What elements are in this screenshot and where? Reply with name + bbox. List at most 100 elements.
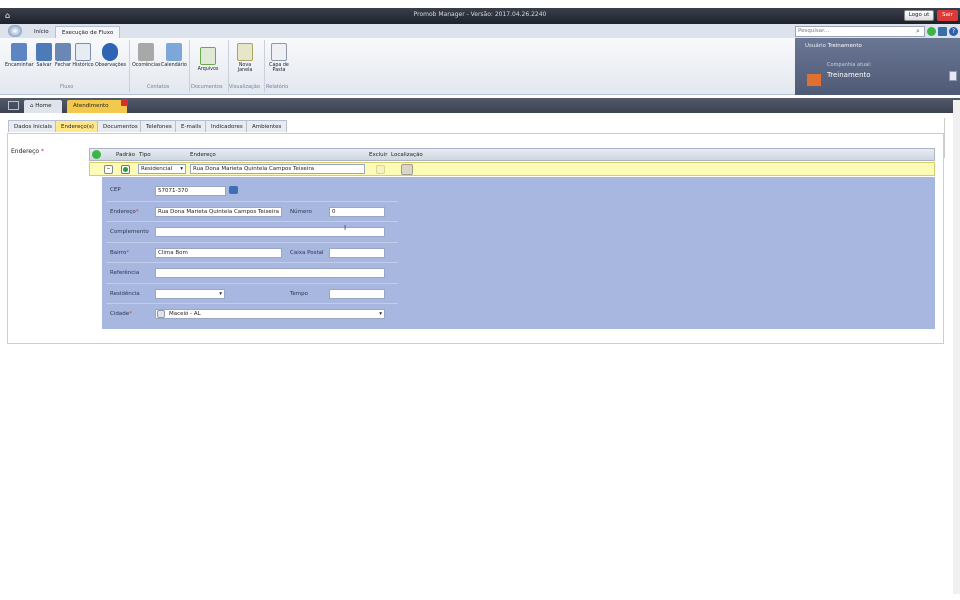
tipo-select[interactable]: Residencial ▾ [138, 164, 186, 174]
divider [106, 201, 398, 202]
ribbon-separator [264, 40, 265, 92]
files-icon [200, 47, 216, 65]
cidade-label: Cidade* [110, 311, 132, 317]
salvar-button[interactable]: Salvar [35, 43, 53, 68]
tabs-menu-icon[interactable] [8, 101, 19, 110]
user-name: Treinamento [827, 43, 862, 49]
numero-field[interactable]: 0 [329, 207, 385, 217]
padrao-radio[interactable] [121, 165, 130, 174]
address-grid-header: Padrão Tipo Endereço Excluir Localização [89, 148, 935, 161]
tab-telefones[interactable]: Telefones [140, 120, 178, 132]
complemento-label: Complemento [110, 229, 149, 235]
group-label-visualizacao: Visualização [229, 84, 260, 90]
app-menu-icon[interactable] [8, 25, 22, 37]
user-label: Usuário [805, 43, 826, 49]
bairro-field[interactable]: Clima Bom [155, 248, 282, 258]
expand-icon[interactable]: − [104, 165, 113, 174]
tab-documentos[interactable]: Documentos [97, 120, 144, 132]
caixa-postal-field[interactable] [329, 248, 385, 258]
search-input[interactable]: Pesquisar... [795, 26, 925, 37]
col-endereco: Endereço [190, 152, 216, 158]
vertical-scrollbar[interactable] [953, 100, 960, 594]
window-icon[interactable] [938, 27, 947, 36]
observacoes-button[interactable]: Observações [95, 43, 126, 68]
col-tipo: Tipo [139, 152, 151, 158]
close-icon [55, 43, 71, 61]
endereco-label: Endereço * [11, 148, 45, 155]
chevron-down-icon: ▾ [379, 311, 382, 317]
add-icon[interactable] [92, 150, 101, 159]
tab-execucao-fluxo[interactable]: Execução de Fluxo [55, 26, 121, 38]
group-label-relatorio: Relatório [266, 84, 289, 90]
text-cursor-icon: I [344, 224, 347, 232]
ocorrencias-button[interactable]: Ocorrências [132, 43, 161, 68]
document-tabs: ⌂ Home Atendimento [0, 98, 960, 113]
nova-janela-button[interactable]: Nova Janela [233, 43, 257, 73]
occurrences-icon [138, 43, 154, 61]
group-label-contatos: Contatos [147, 84, 170, 90]
status-icon[interactable] [927, 27, 936, 36]
window-title: Promob Manager - Versão: 2017.04.26.2240 [413, 11, 547, 18]
tempo-field[interactable] [329, 289, 385, 299]
tab-indicadores[interactable]: Indicadores [205, 120, 249, 132]
table-row[interactable]: − Residencial ▾ Rua Dona Marieta Quintela… [89, 162, 935, 176]
search-city-icon[interactable] [157, 310, 165, 318]
delete-icon[interactable] [376, 165, 385, 174]
tab-ambientes[interactable]: Ambientes [246, 120, 288, 132]
company-label: Companhia atual: [827, 62, 872, 68]
search-icon[interactable]: ⌕ [916, 27, 924, 35]
divider [106, 283, 398, 284]
cep-label: CEP [110, 187, 121, 193]
search-cep-icon[interactable] [229, 186, 238, 194]
tab-atendimento[interactable]: Atendimento [67, 100, 127, 113]
forward-icon [11, 43, 27, 61]
tab-inicio[interactable]: Início [28, 26, 55, 38]
report-icon [271, 43, 287, 61]
map-icon[interactable] [401, 164, 413, 175]
divider [106, 221, 398, 222]
divider [106, 303, 398, 304]
calendar-icon [165, 43, 182, 61]
ribbon-separator [189, 40, 190, 92]
residencia-select[interactable]: ▾ [155, 289, 225, 299]
historico-button[interactable]: Histórico [72, 43, 94, 68]
group-label-documentos: Documentos [191, 84, 223, 90]
help-icon[interactable]: ? [949, 27, 958, 36]
row-endereco-field[interactable]: Rua Dona Marieta Quintela Campos Teixeir… [190, 164, 365, 174]
complemento-field[interactable] [155, 227, 385, 237]
info-icon [102, 43, 118, 61]
tab-dados-iniciais[interactable]: Dados Iniciais [8, 120, 59, 132]
capa-pasta-button[interactable]: Capa de Pasta [267, 43, 291, 73]
calendario-button[interactable]: Calendário [161, 43, 187, 68]
divider [106, 262, 398, 263]
close-tab-icon[interactable] [121, 99, 128, 106]
history-icon [75, 43, 91, 61]
col-excluir: Excluir [369, 152, 388, 158]
fechar-button[interactable]: Fechar [54, 43, 72, 68]
residencia-label: Residência [110, 291, 140, 297]
cep-field[interactable]: 57071-370 [155, 186, 226, 196]
exit-button[interactable]: Sair [937, 10, 958, 21]
cidade-select[interactable]: Maceió - AL ▾ [155, 309, 385, 319]
col-padrao: Padrão [116, 152, 135, 158]
tab-home[interactable]: ⌂ Home [24, 100, 62, 113]
company-name: Treinamento [827, 71, 871, 79]
encaminhar-button[interactable]: Encaminhar [5, 43, 34, 68]
endereco-field[interactable]: Rua Dona Marieta Quintela Campos Teixeir… [155, 207, 282, 217]
save-icon [36, 43, 52, 61]
col-localizacao: Localização [391, 152, 423, 158]
company-icon [807, 74, 821, 86]
title-bar: ⌂ Promob Manager - Versão: 2017.04.26.22… [0, 8, 960, 24]
tab-emails[interactable]: E-mails [175, 120, 208, 132]
arquivos-button[interactable]: Arquivos [196, 47, 220, 72]
logout-button[interactable]: Logo ut [904, 10, 934, 21]
tab-enderecos[interactable]: Endereço(s) [55, 120, 100, 132]
radio-dot-icon [123, 167, 128, 172]
caixa-postal-label: Caixa Postal [290, 250, 324, 256]
referencia-field[interactable] [155, 268, 385, 278]
chevron-down-icon: ▾ [219, 291, 222, 297]
chevron-down-icon: ▾ [180, 166, 183, 172]
collapse-icon[interactable] [949, 71, 957, 81]
numero-label: Número [290, 209, 312, 215]
ribbon-separator [129, 40, 130, 92]
